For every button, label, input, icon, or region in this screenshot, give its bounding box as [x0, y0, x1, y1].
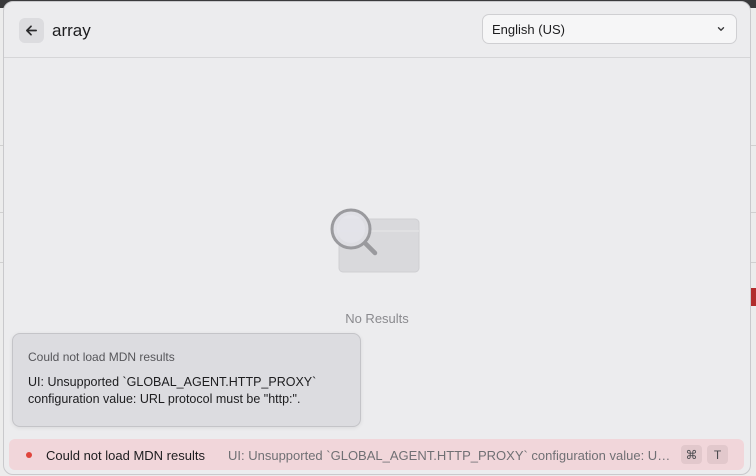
search-input[interactable]: array: [52, 20, 91, 42]
shortcut-key-t: T: [707, 445, 728, 464]
language-dropdown[interactable]: English (US): [482, 14, 737, 44]
background-accent: [751, 288, 756, 306]
error-toast[interactable]: Could not load MDN results UI: Unsupport…: [12, 333, 361, 427]
magnifier-empty-icon: [330, 208, 420, 273]
search-panel: array English (US) No Results Could not …: [3, 1, 751, 475]
search-header: array English (US): [4, 2, 750, 58]
error-indicator-icon: [26, 452, 32, 458]
back-button[interactable]: [19, 18, 44, 43]
command-key-icon: ⌘: [681, 445, 702, 464]
chevron-down-icon: [717, 27, 725, 31]
arrow-left-icon: [26, 25, 37, 36]
toast-message: UI: Unsupported `GLOBAL_AGENT.HTTP_PROXY…: [28, 375, 317, 406]
no-results-label: No Results: [345, 311, 409, 326]
status-message: UI: Unsupported `GLOBAL_AGENT.HTTP_PROXY…: [228, 448, 672, 463]
toast-title: Could not load MDN results: [28, 350, 175, 364]
status-title: Could not load MDN results: [46, 448, 205, 463]
status-bar[interactable]: Could not load MDN results UI: Unsupport…: [9, 439, 744, 470]
language-dropdown-value: English (US): [492, 21, 565, 37]
